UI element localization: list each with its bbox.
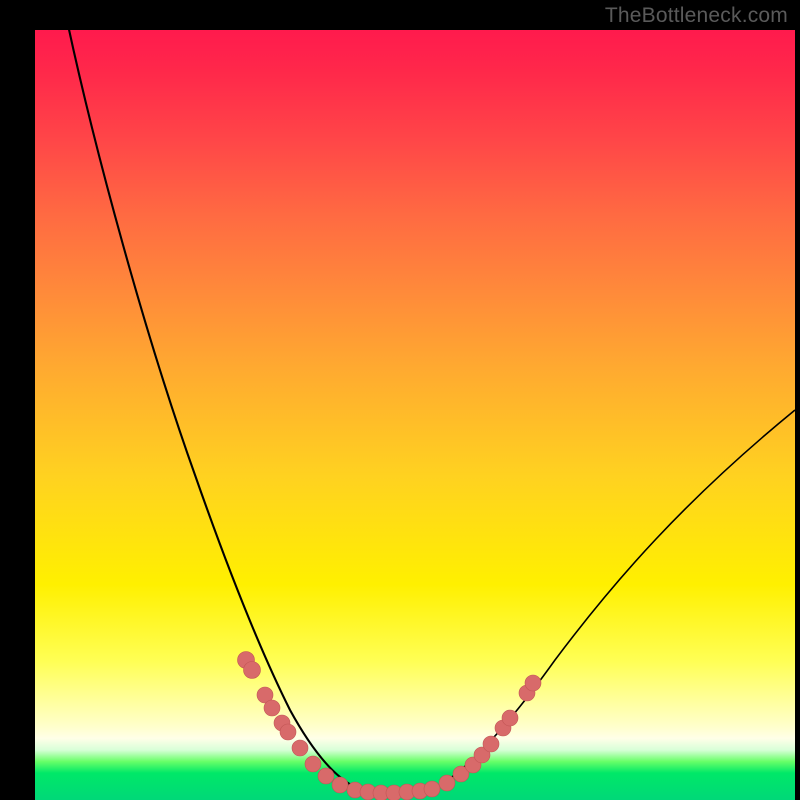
data-point xyxy=(280,724,296,740)
data-point xyxy=(483,736,499,752)
data-point xyxy=(424,781,440,797)
data-point xyxy=(502,710,518,726)
data-point xyxy=(292,740,308,756)
data-point xyxy=(332,777,348,793)
data-point xyxy=(244,662,261,679)
data-point xyxy=(439,775,455,791)
data-point xyxy=(305,756,321,772)
data-point xyxy=(264,700,280,716)
chart-overlay xyxy=(35,30,795,800)
curve-right-branch xyxy=(430,410,795,790)
data-point xyxy=(318,768,334,784)
curve-left-branch xyxy=(68,25,357,788)
watermark-text: TheBottleneck.com xyxy=(605,4,788,28)
data-point xyxy=(525,675,541,691)
